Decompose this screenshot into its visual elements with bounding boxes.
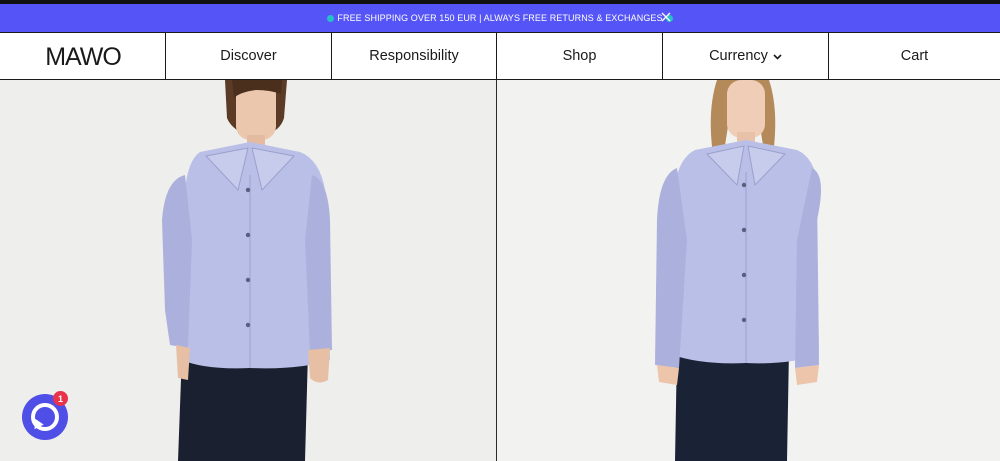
- announcement-banner: FREE SHIPPING OVER 150 EUR | ALWAYS FREE…: [0, 4, 1000, 32]
- product-image-left[interactable]: [0, 80, 497, 461]
- mawo-logo: MAWO: [45, 43, 122, 70]
- nav-label: Shop: [562, 48, 597, 64]
- nav-currency-dropdown[interactable]: Currency: [663, 33, 829, 79]
- main-navigation: MAWO Discover Responsibility Shop Curren…: [0, 32, 1000, 80]
- nav-label: Responsibility: [369, 48, 459, 64]
- close-icon[interactable]: [659, 10, 673, 24]
- nav-discover[interactable]: Discover: [166, 33, 332, 79]
- hero-images: [0, 80, 1000, 461]
- nav-cart[interactable]: Cart: [829, 33, 1000, 79]
- logo[interactable]: MAWO: [0, 33, 166, 79]
- model-in-lavender-shirt-image: [655, 80, 821, 461]
- svg-text:MAWO: MAWO: [45, 43, 121, 70]
- chat-notification-badge: 1: [53, 391, 68, 406]
- product-image-right[interactable]: [497, 80, 1000, 461]
- nav-label: Currency: [709, 48, 768, 64]
- banner-text: FREE SHIPPING OVER 150 EUR | ALWAYS FREE…: [337, 13, 663, 23]
- chevron-down-icon: [773, 48, 782, 64]
- nav-shop[interactable]: Shop: [497, 33, 663, 79]
- nav-label: Cart: [900, 48, 929, 64]
- dot-icon: [327, 14, 335, 22]
- nav-responsibility[interactable]: Responsibility: [332, 33, 497, 79]
- nav-label: Discover: [220, 48, 277, 64]
- model-in-lavender-shirt-image: [162, 80, 332, 461]
